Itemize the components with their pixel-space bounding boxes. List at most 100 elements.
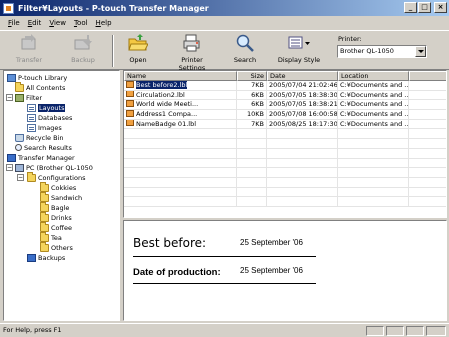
table-row[interactable]: World wide Meeti... 6KB 2005/07/05 18:38… [124,100,446,111]
file-size: 7KB [237,81,267,90]
status-pane [366,326,384,336]
tree-item-layouts[interactable]: Layouts [27,103,66,112]
search-icon [235,33,255,53]
backup-icon [73,33,93,53]
tree-item-all-contents[interactable]: All Contents [15,81,66,92]
menu-view[interactable]: View [45,19,70,27]
menu-tool[interactable]: Tool [70,19,92,27]
open-button[interactable]: Open [125,33,151,69]
printer-settings-button[interactable]: Printer Settings [167,33,217,72]
backup-label: Backup [71,56,95,64]
tree-item-backups[interactable]: Backups [27,253,65,262]
preview-divider [133,256,316,257]
column-header-name[interactable]: Name [124,71,237,81]
tree-item-filter[interactable]: Filter [15,93,42,102]
recycle-bin-icon [15,133,24,142]
file-date: 2005/07/05 18:38:21 [269,100,338,110]
menu-bar: File Edit View Tool Help [0,16,449,29]
file-size: 10KB [237,110,267,119]
folder-icon [27,171,36,182]
table-row[interactable]: Address1 Compa... 10KB 2005/07/08 16:00:… [124,110,446,120]
menu-edit[interactable]: Edit [24,19,46,27]
tree-item-configurations[interactable]: Configurations [27,171,86,182]
file-date: 2005/07/04 21:02:46 [269,81,338,90]
table-row-empty [124,177,446,188]
tree-item-label: Cokkies [51,183,77,192]
backup-button[interactable]: Backup [66,33,100,69]
column-header-date[interactable]: Date [267,71,338,81]
collapse-icon[interactable]: − [17,174,24,181]
table-row-empty [124,129,446,140]
folder-icon [40,201,49,212]
table-row[interactable]: Circulation2.lbl 6KB 2005/07/05 18:38:30… [124,90,446,101]
file-list[interactable]: Name Size Date Location Best before2.lbl… [123,70,447,218]
display-style-icon [286,33,312,53]
printer-label: Printer: [338,35,362,43]
preview-best-before-value: 25 September '06 [240,238,303,247]
printer-select[interactable]: Brother QL-1050 [337,45,427,58]
menu-file[interactable]: File [4,19,24,27]
tree-item-label: Coffee [51,223,72,232]
folder-icon [40,241,49,252]
tree-item-label: Configurations [38,173,86,182]
preview-divider [133,283,316,284]
table-row[interactable]: NameBadge 01.lbl 7KB 2005/08/25 18:17:30… [124,119,446,130]
column-header-size[interactable]: Size [237,71,267,81]
label-file-icon [126,81,134,88]
label-file-icon [126,100,134,107]
tree-item-label: Sandwich [51,193,83,202]
chevron-down-icon[interactable] [415,46,426,57]
tree-item-transfer-manager[interactable]: Transfer Manager [7,153,75,162]
column-header-filler [409,71,446,81]
tree-item-recycle-bin[interactable]: Recycle Bin [15,133,63,142]
library-icon [7,73,16,82]
table-row[interactable]: Best before2.lbl 7KB 2005/07/04 21:02:46… [124,81,446,91]
tree-item-label: Transfer Manager [18,153,75,162]
table-row-empty [124,197,446,207]
maximize-button[interactable]: □ [418,2,431,13]
file-name: NameBadge 01.lbl [136,119,197,128]
tree-item-databases[interactable]: Databases [27,113,72,122]
folder-icon [40,231,49,242]
file-name: Address1 Compa... [136,110,198,119]
table-row-empty [124,168,446,178]
tree-item-images[interactable]: Images [27,123,62,132]
computer-icon [15,163,24,172]
collapse-icon[interactable]: − [6,94,13,101]
transfer-label: Transfer [15,56,43,64]
label-preview: Best before: 25 September '06 Date of pr… [123,220,447,321]
column-header-location[interactable]: Location [338,71,409,81]
tree-item-label: Bagle [51,203,70,212]
file-location: C:¥Documents and ... [340,90,409,100]
menu-help[interactable]: Help [92,19,116,27]
tree-item-sandwich[interactable]: Sandwich [40,191,83,202]
transfer-button[interactable]: Transfer [12,33,46,69]
file-size: 7KB [237,119,267,129]
folder-tree[interactable]: P-touch Library All Contents − Filter La… [3,70,120,321]
file-name: World wide Meeti... [136,100,199,109]
search-label: Search [233,56,257,64]
display-style-button[interactable]: Display Style [276,33,322,69]
search-button[interactable]: Search [232,33,258,69]
table-row-empty [124,187,446,198]
close-button[interactable]: × [434,2,447,13]
preview-production-label: Date of production: [133,267,221,278]
tree-item-search-results[interactable]: Search Results [15,143,72,152]
window-title: Filter¥Layouts - P-touch Transfer Manage… [18,3,209,13]
database-icon [27,113,36,122]
folder-icon [40,181,49,192]
printer-settings-icon [182,33,202,53]
label-file-icon [126,110,134,117]
display-style-label: Display Style [277,56,321,64]
minimize-button[interactable]: _ [404,2,417,13]
status-pane [426,326,446,336]
status-bar: For Help, press F1 [0,323,449,337]
file-size: 6KB [237,100,267,110]
tree-item-label: Layouts [38,103,66,112]
transfer-icon [19,33,39,53]
collapse-icon[interactable]: − [6,164,13,171]
file-date: 2005/07/08 16:00:58 [269,110,338,119]
file-list-header: Name Size Date Location [124,71,446,81]
tree-item-others[interactable]: Others [40,241,73,252]
tree-item-label: All Contents [26,83,66,92]
